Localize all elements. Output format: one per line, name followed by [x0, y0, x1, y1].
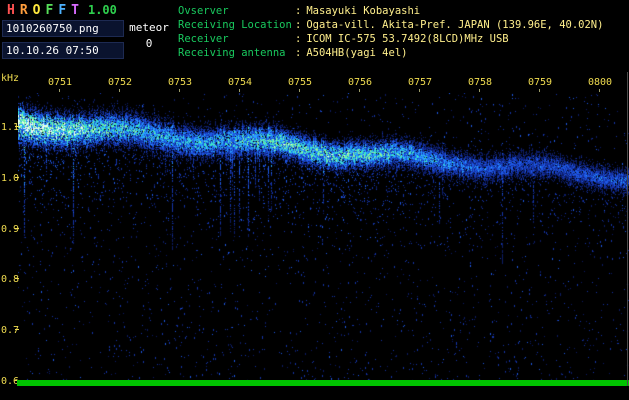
freq-axis-tick — [15, 177, 19, 178]
time-axis-label: 0752 — [107, 77, 133, 88]
freq-axis-tick — [15, 329, 19, 330]
time-axis-tick — [599, 89, 600, 92]
info-row-value: ICOM IC-575 53.7492(8LCD)MHz USB — [306, 33, 509, 45]
info-row-location: Receiving Location : Ogata-vill. Akita-P… — [178, 18, 603, 32]
time-axis-label: 0751 — [47, 77, 73, 88]
spectrogram-panel: kHz 0751 0752 0753 0754 0755 0756 0757 0… — [0, 72, 629, 400]
app-title: H R O F F T 1.00 — [7, 3, 117, 18]
info-row-antenna: Receiving antenna : A504HB(yagi 4el) — [178, 46, 603, 60]
info-row-colon: : — [295, 47, 302, 59]
info-row-value: A504HB(yagi 4el) — [306, 47, 408, 59]
plot-right-border — [627, 72, 628, 386]
info-row-receiver: Receiver : ICOM IC-575 53.7492(8LCD)MHz … — [178, 32, 603, 46]
time-axis-tick — [359, 89, 360, 92]
freq-axis-label: 0.8 — [1, 274, 20, 285]
time-axis-label: 0756 — [347, 77, 373, 88]
info-row-label: Receiving antenna — [178, 47, 286, 59]
time-axis-label: 0759 — [527, 77, 553, 88]
time-axis-label: 0758 — [467, 77, 493, 88]
time-axis-label: 0753 — [167, 77, 193, 88]
info-row-observer: Ovserver : Masayuki Kobayashi — [178, 4, 603, 18]
app-title-letter: H — [7, 3, 15, 18]
time-axis-tick — [239, 89, 240, 92]
freq-axis-label: 1.0 — [1, 173, 20, 184]
time-axis-tick — [59, 89, 60, 92]
app-title-letter: F — [45, 3, 54, 18]
time-axis-tick — [119, 89, 120, 92]
time-axis-tick — [299, 89, 300, 92]
time-axis-tick — [479, 89, 480, 92]
app-title-letter: T — [71, 3, 79, 18]
info-row-value: Ogata-vill. Akita-Pref. JAPAN (139.96E, … — [306, 19, 604, 31]
freq-axis-label: 1.1 — [1, 122, 20, 133]
signal-level-bar — [17, 380, 629, 386]
freq-axis-tick — [15, 278, 19, 279]
hrofft-screen: H R O F F T 1.00 1010260750.png meteor 0 10.10… — [0, 0, 629, 400]
time-axis-label: 0757 — [407, 77, 433, 88]
time-axis-label: 0755 — [287, 77, 313, 88]
freq-axis-label: 0.7 — [1, 325, 20, 336]
observation-datetime: 10.10.26 07:50 — [2, 42, 124, 59]
app-version: 1.00 — [87, 3, 117, 17]
output-filename: 1010260750.png — [2, 20, 124, 37]
time-axis-tick — [419, 89, 420, 92]
meteor-counter-value: 0 — [145, 37, 153, 50]
freq-axis-tick — [15, 228, 19, 229]
header: H R O F F T 1.00 1010260750.png meteor 0 10.10… — [0, 0, 629, 72]
meteor-counter-label: meteor — [129, 21, 169, 34]
time-axis-tick — [179, 89, 180, 92]
info-row-label: Receiver — [178, 33, 229, 45]
time-axis-label: 0754 — [227, 77, 253, 88]
info-row-label: Ovserver — [178, 5, 229, 17]
spectrogram-waterfall — [18, 93, 629, 381]
freq-axis-tick — [15, 126, 19, 127]
meteor-counter: meteor 0 — [126, 21, 172, 52]
freq-axis-label: 0.9 — [1, 224, 20, 235]
app-title-letter: O — [32, 3, 41, 18]
info-row-value: Masayuki Kobayashi — [306, 5, 421, 17]
info-row-colon: : — [295, 5, 302, 17]
info-row-label: Receiving Location — [178, 19, 292, 31]
time-axis-label: 0800 — [587, 77, 613, 88]
info-row-colon: : — [295, 19, 302, 31]
app-title-letter: R — [19, 3, 28, 18]
app-title-letter: F — [58, 3, 67, 18]
info-row-colon: : — [295, 33, 302, 45]
freq-axis-unit: kHz — [1, 73, 20, 84]
station-info: Ovserver : Masayuki Kobayashi Receiving … — [178, 4, 603, 60]
time-axis-tick — [539, 89, 540, 92]
